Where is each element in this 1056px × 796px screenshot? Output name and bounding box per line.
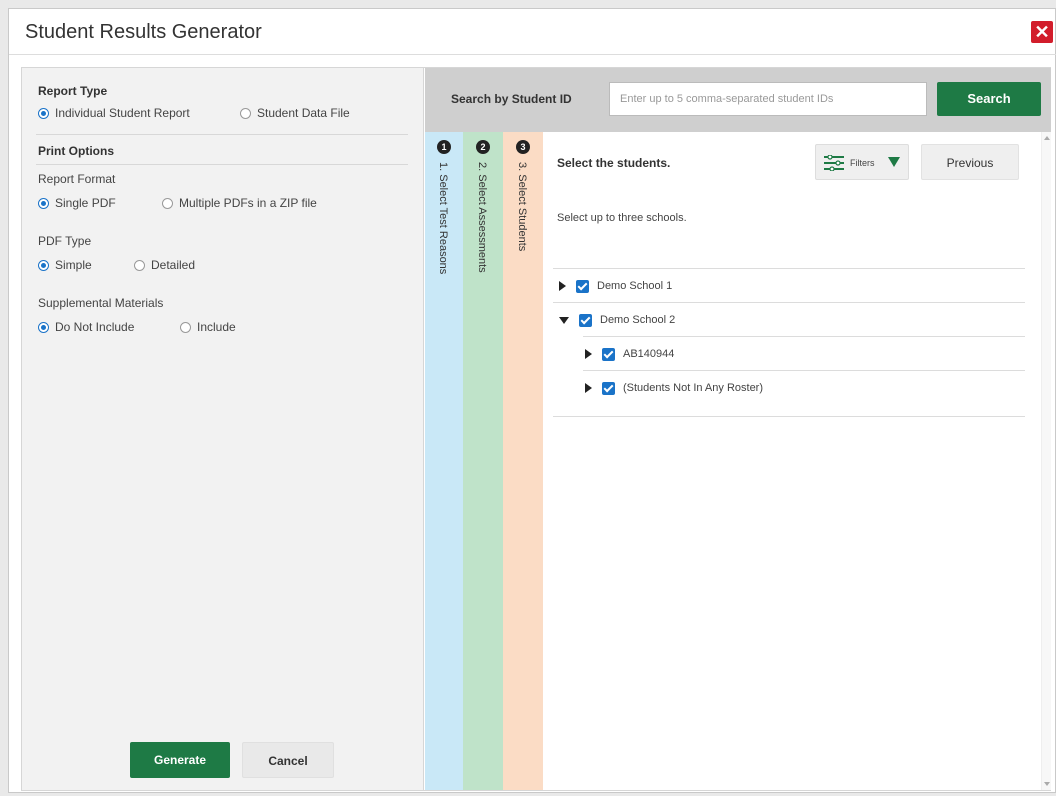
checkbox-checked-icon[interactable] [576,279,589,293]
step-number-badge: 2 [476,140,490,154]
collapse-caret-icon[interactable] [559,316,569,324]
divider [36,164,408,165]
search-by-student-id-label: Search by Student ID [451,92,572,106]
filters-button[interactable]: Filters [815,144,909,180]
radio-label: Simple [55,258,92,272]
radio-selected-icon[interactable] [38,107,49,119]
select-schools-instruction: Select up to three schools. [557,212,687,224]
step-select-test-reasons[interactable]: 1 1. Select Test Reasons [425,132,463,790]
radio-multiple-pdfs-zip[interactable]: Multiple PDFs in a ZIP file [162,196,317,210]
supplemental-materials-label: Supplemental Materials [38,296,164,310]
title-bar: Student Results Generator ✕ [9,9,1056,55]
expand-caret-icon[interactable] [585,383,592,393]
radio-student-data-file[interactable]: Student Data File [240,106,350,120]
step-label: 2. Select Assessments [476,162,488,273]
step-number-badge: 3 [516,140,530,154]
dropdown-arrow-icon [888,157,900,167]
radio-selected-icon[interactable] [38,321,49,333]
radio-unselected-icon[interactable] [134,259,145,271]
radio-selected-icon[interactable] [38,197,49,209]
radio-label: Individual Student Report [55,106,190,120]
scroll-down-icon[interactable] [1044,782,1050,786]
vertical-scrollbar[interactable] [1041,132,1051,790]
report-format-label: Report Format [38,172,116,186]
radio-include[interactable]: Include [180,320,236,334]
radio-label: Include [197,320,236,334]
divider [553,268,1025,269]
tree-item-label: AB140944 [623,348,675,360]
report-options-panel: Report Type Individual Student Report St… [22,68,424,790]
close-icon[interactable]: ✕ [1031,21,1053,43]
radio-label: Single PDF [55,196,116,210]
checkbox-checked-icon[interactable] [579,313,592,327]
divider [553,302,1025,303]
student-selection-panel: Search by Student ID Search 1 1. Select … [425,68,1051,790]
radio-selected-icon[interactable] [38,259,49,271]
step-select-students[interactable]: 3 3. Select Students [503,132,543,790]
step-select-assessments[interactable]: 2 2. Select Assessments [463,132,503,790]
search-bar: Search by Student ID Search [425,68,1051,132]
students-pane: Select the students. Filters Previous Se… [543,132,1051,790]
step-label: 3. Select Students [516,162,528,252]
tree-item-demo-school-1[interactable]: Demo School 1 [559,276,672,296]
tree-item-label: Demo School 1 [597,280,673,292]
radio-label: Do Not Include [55,320,135,334]
print-options-heading: Print Options [38,144,114,158]
radio-unselected-icon[interactable] [240,107,251,119]
radio-simple[interactable]: Simple [38,258,92,272]
step-label: 1. Select Test Reasons [437,162,449,275]
radio-detailed[interactable]: Detailed [134,258,195,272]
scroll-up-icon[interactable] [1044,136,1050,140]
divider [36,134,408,135]
divider [583,370,1025,371]
radio-individual-student-report[interactable]: Individual Student Report [38,106,190,120]
expand-caret-icon[interactable] [585,349,592,359]
report-type-heading: Report Type [38,84,108,98]
radio-unselected-icon[interactable] [162,197,173,209]
radio-do-not-include[interactable]: Do Not Include [38,320,134,334]
previous-button[interactable]: Previous [921,144,1019,180]
expand-caret-icon[interactable] [559,281,566,291]
divider [553,416,1025,417]
cancel-button[interactable]: Cancel [242,742,334,778]
checkbox-checked-icon[interactable] [602,347,615,361]
dialog-content: Report Type Individual Student Report St… [21,67,1051,791]
select-students-heading: Select the students. [557,156,671,170]
tree-item-students-not-in-roster[interactable]: (Students Not In Any Roster) [585,378,763,398]
radio-label: Detailed [151,258,196,272]
radio-unselected-icon[interactable] [180,321,191,333]
pdf-type-label: PDF Type [38,234,92,248]
radio-single-pdf[interactable]: Single PDF [38,196,116,210]
filters-icon [824,155,844,171]
step-number-badge: 1 [437,140,451,154]
dialog-title: Student Results Generator [25,21,262,43]
filters-label: Filters [850,158,875,168]
tree-item-label: Demo School 2 [600,314,676,326]
radio-label: Student Data File [257,106,350,120]
generate-button[interactable]: Generate [130,742,230,778]
tree-item-roster-ab140944[interactable]: AB140944 [585,344,674,364]
search-button[interactable]: Search [937,82,1041,116]
tree-item-label: (Students Not In Any Roster) [623,382,764,394]
divider [583,336,1025,337]
radio-label: Multiple PDFs in a ZIP file [179,196,317,210]
student-results-generator-dialog: Student Results Generator ✕ Report Type … [8,8,1056,793]
tree-item-demo-school-2[interactable]: Demo School 2 [559,310,675,330]
student-id-search-input[interactable] [609,82,927,116]
checkbox-checked-icon[interactable] [602,381,615,395]
